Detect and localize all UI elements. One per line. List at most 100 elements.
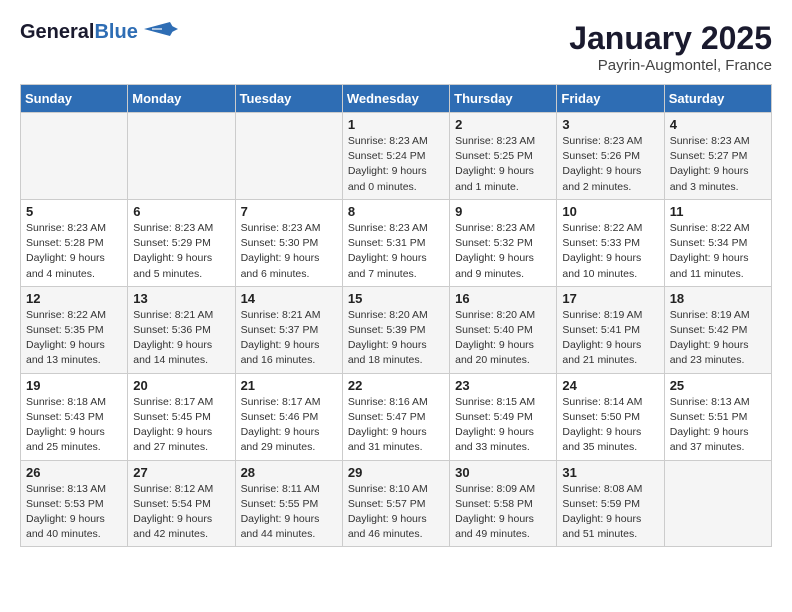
- calendar-cell: 10Sunrise: 8:22 AM Sunset: 5:33 PM Dayli…: [557, 199, 664, 286]
- day-number: 3: [562, 117, 658, 132]
- day-info: Sunrise: 8:18 AM Sunset: 5:43 PM Dayligh…: [26, 395, 122, 456]
- calendar-cell: 2 Sunrise: 8:23 AM Sunset: 5:25 PM Daylig…: [450, 113, 557, 200]
- day-number: 17: [562, 291, 658, 306]
- calendar-cell: 9 Sunrise: 8:23 AM Sunset: 5:32 PM Daylig…: [450, 199, 557, 286]
- day-number: 13: [133, 291, 229, 306]
- day-info: Sunrise: 8:20 AM Sunset: 5:40 PM Dayligh…: [455, 308, 551, 369]
- day-info: Sunrise: 8:21 AM Sunset: 5:37 PM Dayligh…: [241, 308, 337, 369]
- calendar-title-block: January 2025 Payrin-Augmontel, France: [569, 20, 772, 74]
- day-number: 16: [455, 291, 551, 306]
- day-info: Sunrise: 8:23 AM Sunset: 5:30 PM Dayligh…: [241, 221, 337, 282]
- calendar-cell: 31 Sunrise: 8:08 AM Sunset: 5:59 PM Dayli…: [557, 460, 664, 547]
- day-info: Sunrise: 8:11 AM Sunset: 5:55 PM Dayligh…: [241, 482, 337, 543]
- day-number: 27: [133, 465, 229, 480]
- day-number: 8: [348, 204, 444, 219]
- day-info: Sunrise: 8:17 AM Sunset: 5:45 PM Dayligh…: [133, 395, 229, 456]
- day-number: 2: [455, 117, 551, 132]
- week-row-3: 12Sunrise: 8:22 AM Sunset: 5:35 PM Dayli…: [21, 286, 772, 373]
- col-header-friday: Friday: [557, 85, 664, 113]
- day-info: Sunrise: 8:08 AM Sunset: 5:59 PM Dayligh…: [562, 482, 658, 543]
- day-number: 21: [241, 378, 337, 393]
- calendar-cell: 17 Sunrise: 8:19 AM Sunset: 5:41 PM Dayli…: [557, 286, 664, 373]
- day-number: 28: [241, 465, 337, 480]
- day-info: Sunrise: 8:15 AM Sunset: 5:49 PM Dayligh…: [455, 395, 551, 456]
- calendar-cell: 16 Sunrise: 8:20 AM Sunset: 5:40 PM Dayli…: [450, 286, 557, 373]
- day-number: 19: [26, 378, 122, 393]
- calendar-cell: [128, 113, 235, 200]
- col-header-thursday: Thursday: [450, 85, 557, 113]
- calendar-title: January 2025: [569, 20, 772, 57]
- day-number: 23: [455, 378, 551, 393]
- calendar-cell: 8Sunrise: 8:23 AM Sunset: 5:31 PM Daylig…: [342, 199, 449, 286]
- day-number: 20: [133, 378, 229, 393]
- calendar-cell: 14 Sunrise: 8:21 AM Sunset: 5:37 PM Dayli…: [235, 286, 342, 373]
- calendar-cell: 24Sunrise: 8:14 AM Sunset: 5:50 PM Dayli…: [557, 373, 664, 460]
- col-header-wednesday: Wednesday: [342, 85, 449, 113]
- calendar-subtitle: Payrin-Augmontel, France: [569, 57, 772, 74]
- day-info: Sunrise: 8:23 AM Sunset: 5:25 PM Dayligh…: [455, 134, 551, 195]
- day-info: Sunrise: 8:23 AM Sunset: 5:32 PM Dayligh…: [455, 221, 551, 282]
- day-number: 6: [133, 204, 229, 219]
- day-number: 11: [670, 204, 766, 219]
- calendar-cell: 26Sunrise: 8:13 AM Sunset: 5:53 PM Dayli…: [21, 460, 128, 547]
- day-info: Sunrise: 8:16 AM Sunset: 5:47 PM Dayligh…: [348, 395, 444, 456]
- day-info: Sunrise: 8:14 AM Sunset: 5:50 PM Dayligh…: [562, 395, 658, 456]
- day-info: Sunrise: 8:23 AM Sunset: 5:28 PM Dayligh…: [26, 221, 122, 282]
- calendar-cell: 7Sunrise: 8:23 AM Sunset: 5:30 PM Daylig…: [235, 199, 342, 286]
- day-info: Sunrise: 8:10 AM Sunset: 5:57 PM Dayligh…: [348, 482, 444, 543]
- calendar-cell: 11Sunrise: 8:22 AM Sunset: 5:34 PM Dayli…: [664, 199, 771, 286]
- day-number: 30: [455, 465, 551, 480]
- day-number: 15: [348, 291, 444, 306]
- day-info: Sunrise: 8:12 AM Sunset: 5:54 PM Dayligh…: [133, 482, 229, 543]
- page-header: GeneralBlue January 2025 Payrin-Augmonte…: [20, 20, 772, 74]
- day-number: 4: [670, 117, 766, 132]
- logo-plane-icon: [142, 20, 178, 38]
- day-info: Sunrise: 8:23 AM Sunset: 5:24 PM Dayligh…: [348, 134, 444, 195]
- calendar-cell: 18 Sunrise: 8:19 AM Sunset: 5:42 PM Dayli…: [664, 286, 771, 373]
- day-info: Sunrise: 8:19 AM Sunset: 5:42 PM Dayligh…: [670, 308, 766, 369]
- week-row-4: 19 Sunrise: 8:18 AM Sunset: 5:43 PM Dayli…: [21, 373, 772, 460]
- calendar-cell: 19 Sunrise: 8:18 AM Sunset: 5:43 PM Dayli…: [21, 373, 128, 460]
- day-number: 10: [562, 204, 658, 219]
- calendar-cell: 13Sunrise: 8:21 AM Sunset: 5:36 PM Dayli…: [128, 286, 235, 373]
- logo-general: General: [20, 21, 94, 43]
- day-number: 22: [348, 378, 444, 393]
- calendar-cell: 20 Sunrise: 8:17 AM Sunset: 5:45 PM Dayli…: [128, 373, 235, 460]
- day-number: 26: [26, 465, 122, 480]
- week-row-5: 26Sunrise: 8:13 AM Sunset: 5:53 PM Dayli…: [21, 460, 772, 547]
- calendar-cell: [664, 460, 771, 547]
- day-number: 29: [348, 465, 444, 480]
- calendar-cell: 23 Sunrise: 8:15 AM Sunset: 5:49 PM Dayli…: [450, 373, 557, 460]
- calendar-cell: 6Sunrise: 8:23 AM Sunset: 5:29 PM Daylig…: [128, 199, 235, 286]
- col-header-monday: Monday: [128, 85, 235, 113]
- calendar-cell: [21, 113, 128, 200]
- calendar-cell: 3 Sunrise: 8:23 AM Sunset: 5:26 PM Daylig…: [557, 113, 664, 200]
- logo-blue: Blue: [94, 21, 137, 43]
- day-number: 18: [670, 291, 766, 306]
- col-header-sunday: Sunday: [21, 85, 128, 113]
- week-row-1: 1 Sunrise: 8:23 AM Sunset: 5:24 PM Daylig…: [21, 113, 772, 200]
- day-number: 9: [455, 204, 551, 219]
- calendar-cell: 29 Sunrise: 8:10 AM Sunset: 5:57 PM Dayli…: [342, 460, 449, 547]
- day-number: 14: [241, 291, 337, 306]
- day-info: Sunrise: 8:23 AM Sunset: 5:26 PM Dayligh…: [562, 134, 658, 195]
- calendar-cell: 27 Sunrise: 8:12 AM Sunset: 5:54 PM Dayli…: [128, 460, 235, 547]
- day-info: Sunrise: 8:23 AM Sunset: 5:27 PM Dayligh…: [670, 134, 766, 195]
- week-row-2: 5Sunrise: 8:23 AM Sunset: 5:28 PM Daylig…: [21, 199, 772, 286]
- calendar-cell: 28 Sunrise: 8:11 AM Sunset: 5:55 PM Dayli…: [235, 460, 342, 547]
- header-row: SundayMondayTuesdayWednesdayThursdayFrid…: [21, 85, 772, 113]
- day-number: 31: [562, 465, 658, 480]
- calendar-cell: 5Sunrise: 8:23 AM Sunset: 5:28 PM Daylig…: [21, 199, 128, 286]
- calendar-cell: 22 Sunrise: 8:16 AM Sunset: 5:47 PM Dayli…: [342, 373, 449, 460]
- calendar-cell: 4 Sunrise: 8:23 AM Sunset: 5:27 PM Daylig…: [664, 113, 771, 200]
- calendar-table: SundayMondayTuesdayWednesdayThursdayFrid…: [20, 84, 772, 547]
- day-info: Sunrise: 8:19 AM Sunset: 5:41 PM Dayligh…: [562, 308, 658, 369]
- day-number: 25: [670, 378, 766, 393]
- day-number: 1: [348, 117, 444, 132]
- day-info: Sunrise: 8:13 AM Sunset: 5:51 PM Dayligh…: [670, 395, 766, 456]
- calendar-cell: 12Sunrise: 8:22 AM Sunset: 5:35 PM Dayli…: [21, 286, 128, 373]
- calendar-cell: 30 Sunrise: 8:09 AM Sunset: 5:58 PM Dayli…: [450, 460, 557, 547]
- day-info: Sunrise: 8:09 AM Sunset: 5:58 PM Dayligh…: [455, 482, 551, 543]
- calendar-cell: [235, 113, 342, 200]
- col-header-saturday: Saturday: [664, 85, 771, 113]
